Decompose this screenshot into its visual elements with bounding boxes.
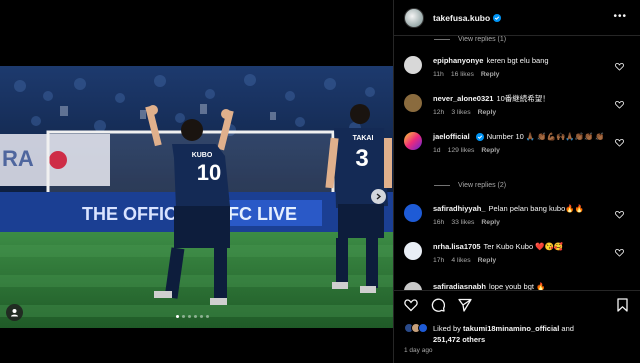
view-replies-label: View replies (1) (458, 36, 507, 43)
view-replies-link[interactable]: View replies (2) (434, 182, 506, 189)
carousel-dot (194, 315, 197, 318)
reply-button[interactable]: Reply (478, 257, 497, 264)
heart-icon[interactable] (615, 62, 624, 71)
user-icon (11, 309, 18, 317)
comment-likes[interactable]: 129 likes (448, 147, 475, 154)
heart-icon[interactable] (615, 210, 624, 219)
reply-button[interactable]: Reply (481, 147, 500, 154)
comment-body: never_alone0321 10番継続希望！ 12h 3 likes Reply (433, 94, 608, 118)
comment-text: keren bgt elu bang (486, 56, 549, 65)
comment-username[interactable]: epiphanyonye (433, 56, 483, 65)
comment-time: 16h (433, 219, 445, 226)
jersey-name-left: KUBO (192, 152, 213, 159)
jersey-number-right: 3 (355, 145, 368, 172)
divider (434, 39, 450, 40)
comment-meta: 12h 3 likes Reply (433, 108, 608, 118)
liked-by-prefix: Liked by (433, 324, 461, 333)
comment-username[interactable]: safiradiasnabh (433, 282, 486, 290)
post-sidebar: takefusa.kubo ••• View replies (1) epiph… (393, 0, 640, 363)
comment-time: 17h (433, 257, 445, 264)
heart-icon[interactable] (615, 248, 624, 257)
post-timestamp[interactable]: 1 day ago (404, 347, 433, 354)
comment-meta: 11h 16 likes Reply (433, 70, 608, 80)
svg-text:RA: RA (2, 146, 34, 171)
comment-likes[interactable]: 3 likes (451, 109, 470, 116)
avatar[interactable] (418, 323, 428, 333)
comment-body: epiphanyonye keren bgt elu bang 11h 16 lik… (433, 56, 608, 80)
post-header: takefusa.kubo ••• (394, 0, 640, 36)
carousel-dot (188, 315, 191, 318)
media-pane: RA THE OFFICIAL FC LIVE KUBO 10 TAKAI 3 (0, 0, 393, 363)
comment-text: Number 10 🙏🏾 👏🏾💪🏾🙌🏾🙏🏾👏🏾👏🏾 👏🏾 (486, 132, 605, 141)
carousel-indicator (176, 315, 209, 318)
comment-text: 10番継続希望！ (496, 94, 550, 103)
comment-likes[interactable]: 33 likes (451, 219, 474, 226)
view-replies-label: View replies (2) (458, 182, 507, 189)
liked-by-and: and (561, 324, 574, 333)
comment-meta: 16h 33 likes Reply (433, 218, 608, 228)
comment-body: safiradiasnabh lope youb bgt 🔥 (433, 282, 608, 290)
comment-meta: 1d 129 likes Reply (433, 146, 608, 156)
comment-time: 12h (433, 109, 445, 116)
comment-time: 11h (433, 71, 444, 78)
jersey-number-left: 10 (197, 160, 221, 185)
reply-button[interactable]: Reply (481, 71, 500, 78)
avatar[interactable] (404, 204, 422, 222)
action-icons (404, 298, 472, 312)
comment-body: safiradhiyyah_ Pelan pelan bang kubo🔥🔥 16… (433, 204, 608, 228)
comment-username[interactable]: nrha.lisa1705 (433, 242, 481, 251)
carousel-dot (176, 315, 179, 318)
likes-count-link[interactable]: 251,472 others (433, 335, 485, 344)
verified-badge-icon (475, 133, 484, 142)
liker-avatars (404, 323, 428, 333)
comments-list: View replies (1) epiphanyonye keren bgt e… (394, 28, 640, 290)
banner-text-2: FC LIVE (228, 204, 297, 224)
bookmark-icon[interactable] (616, 298, 629, 312)
comment-time: 1d (433, 147, 441, 154)
share-icon[interactable] (458, 298, 472, 312)
like-heart-icon[interactable] (404, 298, 418, 312)
more-options-button[interactable]: ••• (613, 11, 627, 22)
comment-body: nrha.lisa1705 Ter Kubo Kubo ❤️😘🥰 17h 4 lik… (433, 242, 608, 266)
divider (434, 185, 450, 186)
chevron-right-icon (376, 193, 382, 200)
view-replies-link[interactable]: View replies (1) (434, 36, 506, 43)
post-photo[interactable]: RA THE OFFICIAL FC LIVE KUBO 10 TAKAI 3 (0, 66, 393, 328)
liked-by-text: Liked by takumi18minamino_official and 2… (433, 323, 574, 345)
comment-body: jaelofficial Number 10 🙏🏾 👏🏾💪🏾🙌🏾🙏🏾👏🏾👏🏾 👏🏾… (433, 132, 608, 156)
post-author-username[interactable]: takefusa.kubo (433, 13, 490, 23)
comment-text: Ter Kubo Kubo ❤️😘🥰 (483, 242, 564, 251)
tagged-users-button[interactable] (6, 304, 23, 321)
comment-likes[interactable]: 16 likes (451, 71, 474, 78)
verified-badge-icon (493, 13, 502, 22)
avatar[interactable] (404, 242, 422, 260)
reply-button[interactable]: Reply (478, 109, 497, 116)
liked-by-summary: Liked by takumi18minamino_official and 2… (404, 323, 574, 345)
avatar[interactable] (404, 7, 424, 28)
comment-username[interactable]: never_alone0321 (433, 94, 493, 103)
comment-username[interactable]: jaelofficial (433, 132, 470, 141)
reply-button[interactable]: Reply (481, 219, 500, 226)
comment-text: lope youb bgt 🔥 (488, 282, 546, 290)
avatar[interactable] (404, 94, 422, 112)
avatar[interactable] (404, 132, 422, 150)
carousel-dot (206, 315, 209, 318)
comment-username[interactable]: safiradhiyyah_ (433, 204, 486, 213)
carousel-next-button[interactable] (371, 189, 386, 204)
avatar[interactable] (404, 282, 422, 290)
comment-meta: 17h 4 likes Reply (433, 256, 608, 266)
carousel-dot (200, 315, 203, 318)
avatar[interactable] (404, 56, 422, 74)
carousel-dot (182, 315, 185, 318)
comment-icon[interactable] (431, 298, 445, 312)
liked-by-user-link[interactable]: takumi18minamino_official (463, 324, 559, 333)
heart-icon[interactable] (615, 100, 624, 109)
jersey-name-right: TAKAI (353, 135, 374, 142)
comment-text: Pelan pelan bang kubo🔥🔥 (488, 204, 584, 213)
comment-likes[interactable]: 4 likes (451, 257, 470, 264)
heart-icon[interactable] (615, 138, 624, 147)
